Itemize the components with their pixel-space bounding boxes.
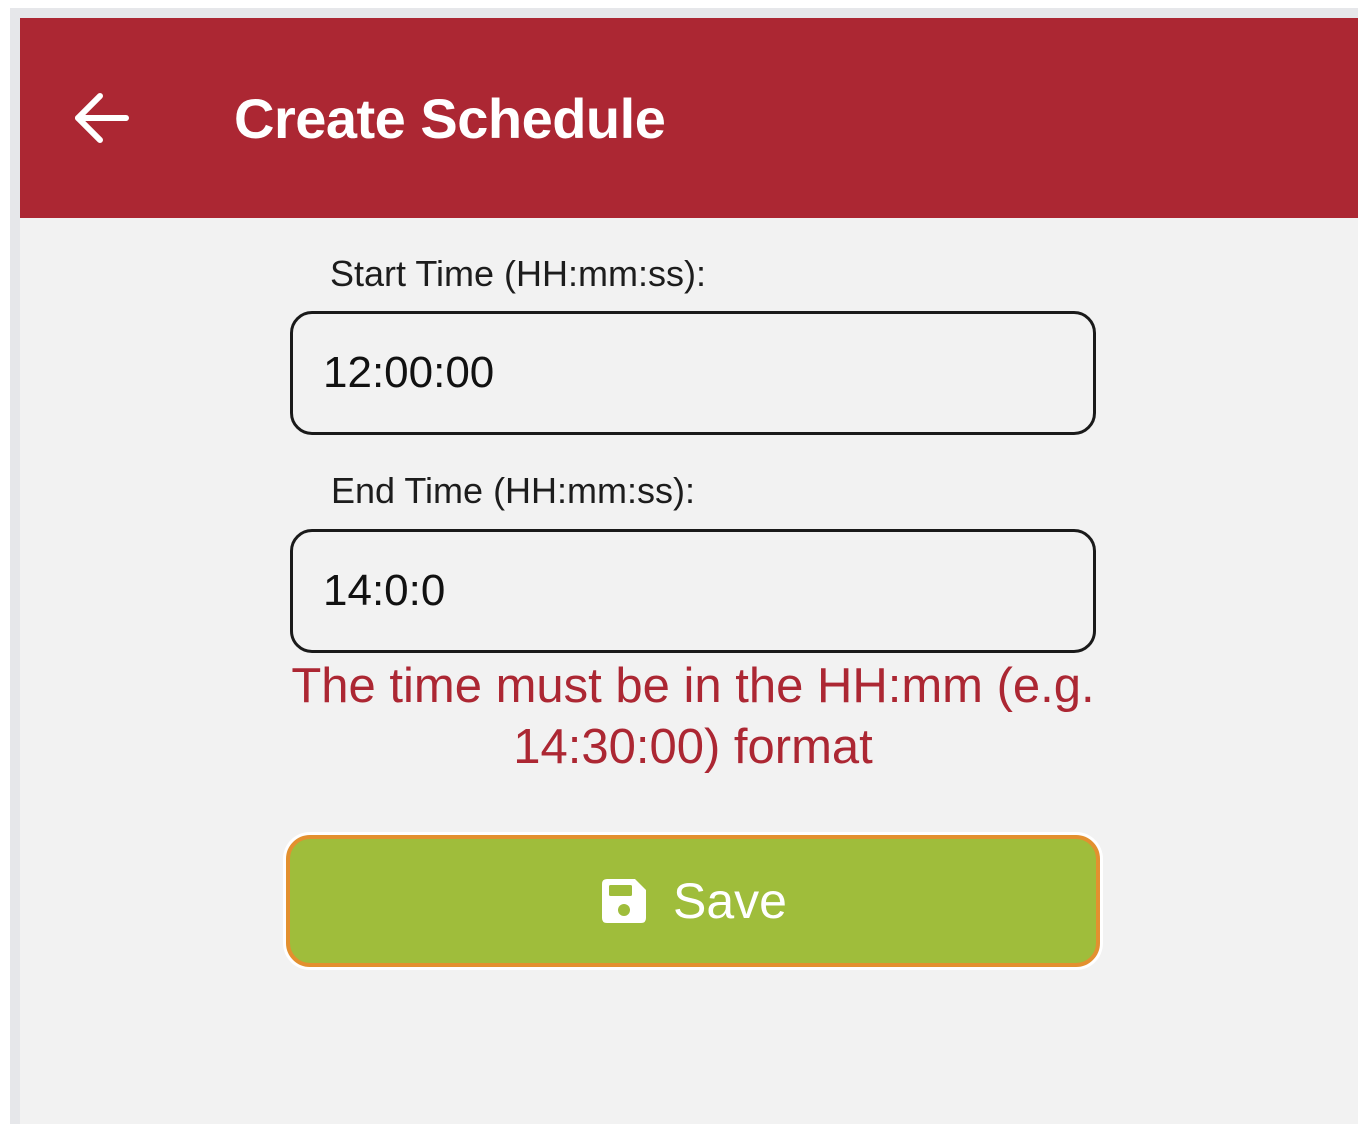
create-schedule-screen: Create Schedule Start Time (HH:mm:ss): E… — [20, 18, 1358, 1124]
start-time-label: Start Time (HH:mm:ss): — [330, 253, 706, 294]
page-title: Create Schedule — [234, 87, 666, 150]
save-button-label: Save — [673, 873, 787, 929]
validation-error-message: The time must be in the HH:mm (e.g. 14:3… — [291, 659, 1095, 774]
arrow-left-icon — [75, 93, 129, 143]
end-time-label: End Time (HH:mm:ss): — [331, 470, 696, 511]
app-header: Create Schedule — [20, 18, 1358, 218]
save-button[interactable]: Save — [286, 835, 1100, 967]
back-button[interactable] — [70, 83, 140, 153]
end-time-input[interactable] — [323, 532, 1063, 650]
floppy-disk-icon — [602, 879, 647, 923]
end-time-field[interactable] — [290, 529, 1096, 653]
start-time-field[interactable] — [290, 311, 1096, 435]
start-time-input[interactable] — [323, 314, 1063, 432]
